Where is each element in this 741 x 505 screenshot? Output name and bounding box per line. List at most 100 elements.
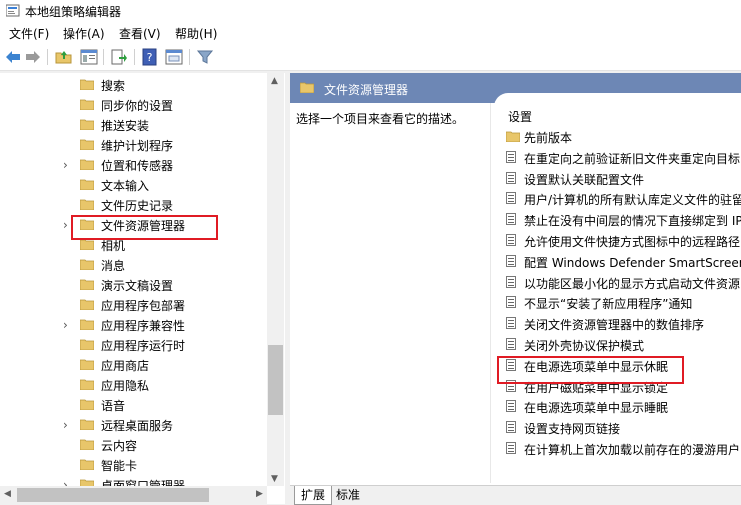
menu-file[interactable]: 文件(F) xyxy=(9,25,49,42)
tree-item[interactable]: 应用商店 xyxy=(0,355,267,375)
tree-item-label: 应用程序兼容性 xyxy=(101,319,186,333)
settings-item[interactable]: 在计算机上首次加载以前存在的漫游用户 xyxy=(504,438,741,459)
tree-item[interactable]: 应用隐私 xyxy=(0,375,267,395)
folder-up-icon[interactable] xyxy=(55,48,73,66)
help-icon[interactable]: ? xyxy=(141,48,159,66)
tree-item-label: 位置和传感器 xyxy=(101,159,174,173)
settings-item[interactable]: 设置支持网页链接 xyxy=(504,417,741,438)
folder-icon xyxy=(80,479,94,486)
settings-item[interactable]: 以功能区最小化的显示方式启动文件资源 xyxy=(504,272,741,293)
chevron-right-icon[interactable]: › xyxy=(63,318,68,332)
tree-item-label: 应用隐私 xyxy=(101,379,150,393)
tree-item[interactable]: › 应用程序兼容性 xyxy=(0,315,267,335)
folder-icon xyxy=(80,119,94,130)
policy-setting-icon xyxy=(506,150,516,163)
tree-item-label: 云内容 xyxy=(101,439,138,453)
policy-setting-icon xyxy=(506,421,516,434)
tree-item[interactable]: 应用程序运行时 xyxy=(0,335,267,355)
scroll-down-icon[interactable]: ▼ xyxy=(271,474,278,484)
tree-item[interactable]: 应用程序包部署 xyxy=(0,295,267,315)
tree-item[interactable]: 维护计划程序 xyxy=(0,135,267,155)
tree-item[interactable]: 智能卡 xyxy=(0,455,267,475)
properties-icon[interactable] xyxy=(165,48,183,66)
tab-standard[interactable]: 标准 xyxy=(330,486,366,504)
settings-item[interactable]: 配置 Windows Defender SmartScreen xyxy=(504,251,741,272)
chevron-right-icon[interactable]: › xyxy=(63,158,68,172)
tree-item-label: 文本输入 xyxy=(101,179,150,193)
folder-icon xyxy=(80,459,94,470)
chevron-right-icon[interactable]: › xyxy=(63,478,68,486)
menu-help[interactable]: 帮助(H) xyxy=(175,25,217,42)
settings-item[interactable]: 在电源选项菜单中显示睡眠 xyxy=(504,396,741,417)
title-bar: 本地组策略编辑器 xyxy=(0,0,741,22)
tree-item[interactable]: › 桌面窗口管理器 xyxy=(0,475,267,486)
scroll-right-icon[interactable]: ▶ xyxy=(256,489,263,499)
tree-vertical-scrollbar[interactable]: ▲ ▼ xyxy=(267,73,284,486)
tree-item[interactable]: › 远程桌面服务 xyxy=(0,415,267,435)
settings-item-label: 在重定向之前验证新旧文件夹重定向目标 xyxy=(524,151,741,166)
tree-horizontal-scrollbar[interactable]: ◀ ▶ xyxy=(0,486,267,504)
tree-item[interactable]: 演示文稿设置 xyxy=(0,275,267,295)
settings-item-label: 允许使用文件快捷方式图标中的远程路径 xyxy=(524,235,741,249)
export-list-icon[interactable] xyxy=(110,48,128,66)
scroll-up-icon[interactable]: ▲ xyxy=(271,76,278,86)
settings-item-label: 用户/计算机的所有默认库定义文件的驻留 xyxy=(524,193,741,208)
settings-item[interactable]: 用户/计算机的所有默认库定义文件的驻留 xyxy=(504,188,741,209)
settings-item[interactable]: 不显示“安装了新应用程序”通知 xyxy=(504,292,741,313)
menu-bar: 文件(F) 操作(A) 查看(V) 帮助(H) xyxy=(0,22,741,44)
tree-item[interactable]: 消息 xyxy=(0,255,267,275)
settings-item[interactable]: 关闭文件资源管理器中的数值排序 xyxy=(504,313,741,334)
column-divider xyxy=(490,103,491,483)
show-hide-tree-icon[interactable] xyxy=(80,48,98,66)
tree-item-label: 同步你的设置 xyxy=(101,99,174,113)
tree-item[interactable]: 推送安装 xyxy=(0,115,267,135)
settings-item-label: 先前版本 xyxy=(524,131,573,145)
folder-icon xyxy=(80,419,94,430)
folder-icon xyxy=(506,131,520,142)
tree-item[interactable]: 搜索 xyxy=(0,75,267,95)
menu-view[interactable]: 查看(V) xyxy=(119,25,161,42)
scrollbar-thumb[interactable] xyxy=(268,345,283,415)
tree-item[interactable]: 同步你的设置 xyxy=(0,95,267,115)
tree-item[interactable]: 语音 xyxy=(0,395,267,415)
settings-item[interactable]: 允许使用文件快捷方式图标中的远程路径 xyxy=(504,230,741,251)
group-policy-app-icon xyxy=(6,4,20,17)
settings-item[interactable]: 禁止在没有中间层的情况下直接绑定到 IP xyxy=(504,209,741,230)
column-header-setting[interactable]: 设置 xyxy=(508,108,532,125)
chevron-right-icon[interactable]: › xyxy=(63,218,68,232)
tree-item-label: 语音 xyxy=(101,399,126,413)
toolbar: ? xyxy=(0,44,741,71)
tree-item[interactable]: 文件历史记录 xyxy=(0,195,267,215)
menu-action[interactable]: 操作(A) xyxy=(63,25,105,42)
policy-setting-icon xyxy=(506,254,516,267)
tree-item[interactable]: 云内容 xyxy=(0,435,267,455)
description-text: 选择一个项目来查看它的描述。 xyxy=(296,112,465,126)
tree-item[interactable]: 文本输入 xyxy=(0,175,267,195)
tree-item-label: 应用商店 xyxy=(101,359,150,373)
settings-item[interactable]: 在重定向之前验证新旧文件夹重定向目标 xyxy=(504,147,741,168)
back-arrow-icon[interactable] xyxy=(4,48,22,66)
settings-item[interactable]: 关闭外壳协议保护模式 xyxy=(504,334,741,355)
tree-item-label: 远程桌面服务 xyxy=(101,419,174,433)
toolbar-separator xyxy=(103,49,104,65)
settings-folder-item[interactable]: 先前版本 xyxy=(504,126,741,147)
forward-arrow-icon[interactable] xyxy=(24,48,42,66)
folder-icon xyxy=(80,139,94,150)
policy-setting-icon xyxy=(506,442,516,454)
settings-item-label: 禁止在没有中间层的情况下直接绑定到 IP xyxy=(524,214,741,229)
tree-item[interactable]: › 位置和传感器 xyxy=(0,155,267,175)
settings-item-label: 关闭文件资源管理器中的数值排序 xyxy=(524,318,705,333)
scroll-left-icon[interactable]: ◀ xyxy=(4,489,11,499)
tree-item-label: 文件历史记录 xyxy=(101,199,174,213)
settings-item-label: 设置默认关联配置文件 xyxy=(524,172,645,187)
policy-setting-icon xyxy=(506,192,516,205)
details-pane: 文件资源管理器 选择一个项目来查看它的描述。 设置 先前版本 在重定向之前验证新旧… xyxy=(290,73,741,505)
tab-extended[interactable]: 扩展 xyxy=(294,486,333,505)
policy-setting-icon xyxy=(506,338,516,350)
chevron-right-icon[interactable]: › xyxy=(63,418,68,432)
settings-item[interactable]: 设置默认关联配置文件 xyxy=(504,168,741,189)
settings-item-label: 关闭外壳协议保护模式 xyxy=(524,339,645,353)
folder-icon xyxy=(80,279,94,290)
scrollbar-thumb[interactable] xyxy=(17,488,209,502)
filter-icon[interactable] xyxy=(196,48,214,66)
